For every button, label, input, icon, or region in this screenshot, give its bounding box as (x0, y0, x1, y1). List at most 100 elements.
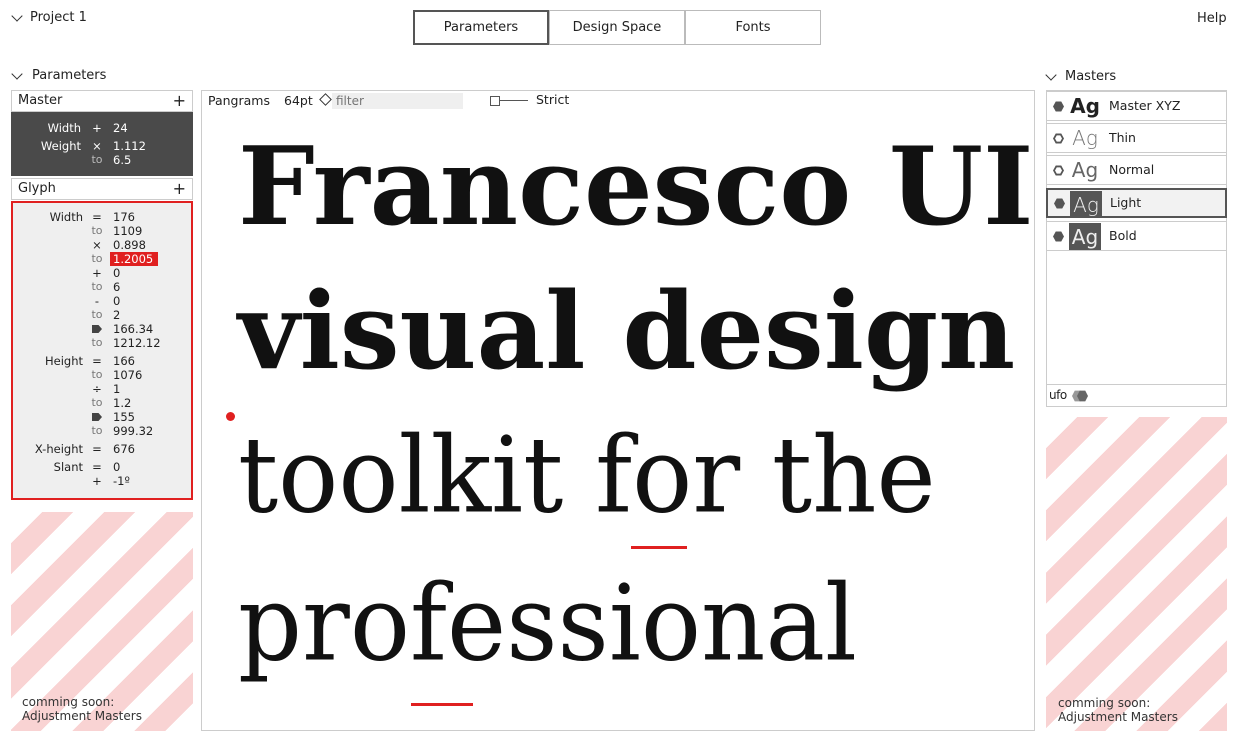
param-value: 155 (113, 410, 135, 424)
param-operator: to (91, 280, 103, 293)
master-name: Bold (1109, 228, 1137, 243)
diamond-icon (318, 93, 332, 106)
param-value: 1109 (113, 224, 143, 238)
size-value: 64pt (284, 93, 313, 108)
param-value: 0 (113, 266, 121, 280)
tag-icon (91, 322, 103, 336)
param-operator: + (92, 121, 102, 135)
param-operator: to (91, 153, 103, 166)
glyph-section-title: Glyph (18, 181, 56, 196)
help-link[interactable]: Help (1197, 11, 1227, 26)
master-params-panel: Width + 24 Weight × 1.112 to 6.5 (11, 112, 193, 176)
param-operator: = (92, 460, 102, 474)
param-value: 6 (113, 280, 121, 294)
pangrams-mode[interactable]: Pangrams (208, 93, 270, 108)
param-operator: × (92, 238, 102, 252)
param-operator: to (91, 368, 103, 381)
master-name: Normal (1109, 162, 1155, 177)
tab-design-space[interactable]: Design Space (549, 10, 685, 45)
coming-soon-line2: Adjustment Masters (1058, 710, 1178, 724)
param-value: 6.5 (113, 153, 132, 167)
masters-header: Masters (1065, 69, 1117, 84)
master-sample: Ag (1072, 126, 1098, 150)
param-operator: = (92, 442, 102, 456)
param-value-highlighted[interactable]: 1.2005 (110, 252, 158, 266)
size-selector[interactable]: 64pt (284, 93, 332, 108)
hexagon-stack-icon[interactable] (1072, 390, 1088, 402)
master-outline-icon (1053, 133, 1064, 144)
filter-input[interactable] (332, 93, 463, 109)
param-operator: - (94, 294, 100, 308)
master-sample: Ag (1071, 158, 1099, 182)
master-section-header: Master + (11, 90, 193, 112)
glyph-section-header: Glyph + (11, 178, 193, 200)
pangram-line-2: visual design (238, 268, 1016, 393)
glyph-marker (631, 546, 687, 549)
param-label: Width (47, 121, 81, 135)
master-name: Thin (1109, 130, 1136, 145)
tab-fonts[interactable]: Fonts (685, 10, 821, 45)
master-item-bold[interactable]: Ag Bold (1046, 221, 1227, 251)
pangram-line-1: Francesco UI (238, 124, 1034, 250)
param-value: 1 (113, 382, 121, 396)
glyph-marker (411, 703, 473, 706)
cursor-dot (226, 412, 235, 421)
param-value: 1212.12 (113, 336, 161, 350)
master-item-light[interactable]: Ag Light (1046, 188, 1227, 218)
tab-parameters-label: Parameters (443, 20, 519, 35)
chevron-down-icon (1045, 69, 1057, 81)
tab-parameters[interactable]: Parameters (413, 10, 549, 45)
slider-knob-icon (490, 96, 500, 106)
param-operator: × (92, 139, 102, 153)
master-name: Master XYZ (1109, 98, 1181, 113)
master-filled-icon (1053, 231, 1064, 242)
param-operator: to (91, 224, 103, 237)
add-glyph-param-button[interactable]: + (173, 179, 186, 199)
param-operator: ÷ (92, 382, 102, 396)
parameters-header: Parameters (32, 68, 107, 83)
param-value: 166.34 (113, 322, 154, 336)
master-name: Light (1110, 195, 1142, 210)
param-value: 1.2 (113, 396, 132, 410)
masters-footer: ufo (1046, 384, 1227, 407)
tag-icon (91, 410, 103, 424)
tab-fonts-label: Fonts (735, 20, 771, 35)
param-value: 1.112 (113, 139, 146, 153)
param-value: 0.898 (113, 238, 146, 252)
coming-soon-line2: Adjustment Masters (22, 709, 142, 723)
coming-soon-text: comming soon: Adjustment Masters (22, 695, 142, 723)
project-title: Project 1 (30, 10, 87, 25)
param-value: 176 (113, 210, 135, 224)
parameters-toggle[interactable]: Parameters (10, 67, 130, 87)
preview-canvas[interactable]: Pangrams 64pt Strict Francesco UI visual… (201, 90, 1035, 731)
param-value: 166 (113, 354, 135, 368)
chevron-down-icon (11, 68, 23, 80)
ufo-export-button[interactable]: ufo (1049, 388, 1067, 402)
master-item-thin[interactable]: Ag Thin (1046, 123, 1227, 153)
master-sample: Ag (1070, 94, 1100, 118)
param-label: Weight (40, 139, 81, 153)
param-value: 0 (113, 460, 121, 474)
master-item-normal[interactable]: Ag Normal (1046, 155, 1227, 185)
param-value: -1º (113, 474, 130, 488)
param-operator: = (92, 210, 102, 224)
pangram-line-4: professional (238, 562, 858, 685)
param-operator: + (92, 474, 102, 488)
tab-design-space-label: Design Space (572, 20, 662, 35)
strict-toggle[interactable] (490, 94, 530, 108)
master-sample: Ag (1070, 191, 1102, 218)
master-filled-icon (1054, 198, 1065, 209)
param-operator: to (91, 308, 103, 321)
param-value: 24 (113, 121, 128, 135)
param-value: 1076 (113, 368, 143, 382)
master-item-master-xyz[interactable]: Ag Master XYZ (1046, 91, 1227, 121)
coming-soon-line1: comming soon: (1058, 696, 1151, 710)
add-master-param-button[interactable]: + (173, 91, 186, 111)
masters-toggle[interactable]: Masters (1044, 68, 1164, 88)
project-toggle[interactable]: Project 1 (10, 9, 130, 29)
param-value: 999.32 (113, 424, 154, 438)
coming-soon-line1: comming soon: (22, 695, 115, 709)
param-label: X-height (34, 442, 83, 456)
param-value: 0 (113, 294, 121, 308)
param-operator: + (92, 266, 102, 280)
